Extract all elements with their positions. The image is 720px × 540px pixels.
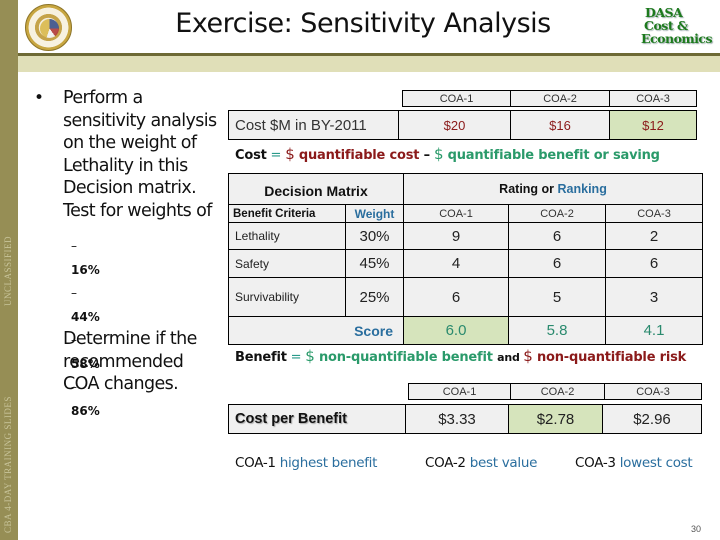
formula-benefit-part: quantifiable benefit or saving bbox=[443, 148, 660, 163]
verdict-coa: COA-1 bbox=[235, 455, 276, 471]
dollar-icon: $ bbox=[433, 145, 444, 163]
rating-survivability-coa-3: 3 bbox=[605, 277, 703, 317]
cost-value-coa-2: $16 bbox=[510, 110, 610, 140]
weight-value: 86% bbox=[71, 403, 100, 418]
formula-minus: – bbox=[423, 148, 431, 163]
weight-value: 44% bbox=[71, 309, 100, 324]
dash-icon: – bbox=[71, 286, 77, 300]
cost-header-coa-1: COA-1 bbox=[402, 90, 511, 107]
formula-term: Benefit bbox=[235, 350, 287, 365]
formula-term: Cost bbox=[235, 148, 267, 163]
cost-formula: Cost = $ quantifiable cost – $ quantifiab… bbox=[235, 145, 660, 163]
cpb-header-coa-2: COA-2 bbox=[510, 383, 605, 400]
verdict-text: best value bbox=[469, 455, 538, 471]
matrix-header-coa-3: COA-3 bbox=[605, 204, 703, 223]
slide-title-text: Exercise: Sensitivity Analysis bbox=[175, 8, 551, 39]
cpb-header-coa-1: COA-1 bbox=[408, 383, 511, 400]
rating-survivability-coa-1: 6 bbox=[403, 277, 509, 317]
rating-lethality-coa-2: 6 bbox=[508, 222, 606, 250]
cost-value-coa-1: $20 bbox=[398, 110, 511, 140]
score-label: Score bbox=[228, 316, 404, 345]
instruction-line: Perform a bbox=[63, 88, 143, 108]
cpb-row-label: Cost per Benefit bbox=[228, 404, 406, 434]
score-coa-1: 6.0 bbox=[403, 316, 509, 345]
weight-value: 16% bbox=[71, 262, 100, 277]
closing-instruction: Determine if the recommended COA changes… bbox=[63, 328, 197, 396]
weight-survivability: 25% bbox=[345, 277, 404, 317]
verdict-coa-2: COA-2 best value bbox=[425, 455, 537, 471]
rating-title-text: Rating or bbox=[499, 182, 558, 196]
closing-line: recommended bbox=[63, 351, 184, 372]
weight-lethality: 30% bbox=[345, 222, 404, 250]
rating-lethality-coa-1: 9 bbox=[403, 222, 509, 250]
formula-risk-part: non-quantifiable risk bbox=[532, 350, 687, 365]
page-number: 30 bbox=[691, 524, 702, 534]
benefit-formula: Benefit = $ non-quantifiable benefit and… bbox=[235, 347, 686, 365]
criterion-lethality: Lethality bbox=[228, 222, 346, 250]
formula-and: and bbox=[497, 351, 524, 364]
verdict-coa-3: COA-3 lowest cost bbox=[575, 455, 693, 471]
bullet-icon: • bbox=[34, 88, 44, 108]
formula-benefit-part: non-quantifiable benefit bbox=[314, 350, 498, 365]
header-band bbox=[18, 56, 720, 72]
dash-icon: – bbox=[71, 239, 77, 253]
weight-header: Weight bbox=[345, 204, 404, 223]
dasa-logo: DASA Cost & Economics bbox=[641, 6, 713, 46]
rating-survivability-coa-2: 5 bbox=[508, 277, 606, 317]
cost-header-coa-3: COA-3 bbox=[609, 90, 697, 107]
criterion-safety: Safety bbox=[228, 249, 346, 278]
dollar-icon: $ bbox=[523, 347, 533, 365]
cost-header-coa-2: COA-2 bbox=[510, 90, 610, 107]
formula-cost-part: quantifiable cost bbox=[294, 148, 424, 163]
slide-title: Exercise: Sensitivity Analysis bbox=[0, 8, 720, 39]
criterion-survivability: Survivability bbox=[228, 277, 346, 317]
cpb-value-coa-2: $2.78 bbox=[508, 404, 603, 434]
matrix-title: Decision Matrix bbox=[228, 173, 404, 205]
verdict-coa: COA-3 bbox=[575, 455, 616, 471]
matrix-header-coa-2: COA-2 bbox=[508, 204, 606, 223]
cpb-value-coa-1: $3.33 bbox=[405, 404, 509, 434]
score-coa-3: 4.1 bbox=[605, 316, 703, 345]
weight-item: – 16% bbox=[71, 235, 100, 282]
cost-value-coa-3: $12 bbox=[609, 110, 697, 140]
cost-row-label: Cost $M in BY-2011 bbox=[228, 110, 399, 140]
weight-item: – 44% bbox=[71, 282, 100, 329]
criteria-header: Benefit Criteria bbox=[228, 204, 346, 223]
rating-lethality-coa-3: 2 bbox=[605, 222, 703, 250]
formula-equals: = bbox=[286, 350, 306, 365]
rating-title: Rating or Ranking bbox=[403, 173, 703, 205]
matrix-header-coa-1: COA-1 bbox=[403, 204, 509, 223]
logo-line: Economics bbox=[641, 31, 713, 46]
rating-safety-coa-2: 6 bbox=[508, 249, 606, 278]
formula-equals: = bbox=[266, 148, 286, 163]
cpb-value-coa-3: $2.96 bbox=[602, 404, 702, 434]
score-coa-2: 5.8 bbox=[508, 316, 606, 345]
cpb-header-coa-3: COA-3 bbox=[604, 383, 702, 400]
closing-line: COA changes. bbox=[63, 374, 179, 394]
closing-line: Determine if the bbox=[63, 329, 197, 349]
verdict-text: highest benefit bbox=[279, 455, 378, 471]
rating-safety-coa-3: 6 bbox=[605, 249, 703, 278]
weight-safety: 45% bbox=[345, 249, 404, 278]
verdict-coa: COA-2 bbox=[425, 455, 466, 471]
ranking-title-text: Ranking bbox=[557, 182, 607, 196]
training-slides-label: CBA 4-DAY TRAINING SLIDES bbox=[3, 396, 13, 533]
dollar-icon: $ bbox=[305, 347, 315, 365]
verdict-coa-1: COA-1 highest benefit bbox=[235, 455, 377, 471]
rating-safety-coa-1: 4 bbox=[403, 249, 509, 278]
verdict-text: lowest cost bbox=[619, 455, 693, 471]
classification-label: UNCLASSIFIED bbox=[3, 235, 13, 306]
dollar-icon: $ bbox=[285, 145, 295, 163]
